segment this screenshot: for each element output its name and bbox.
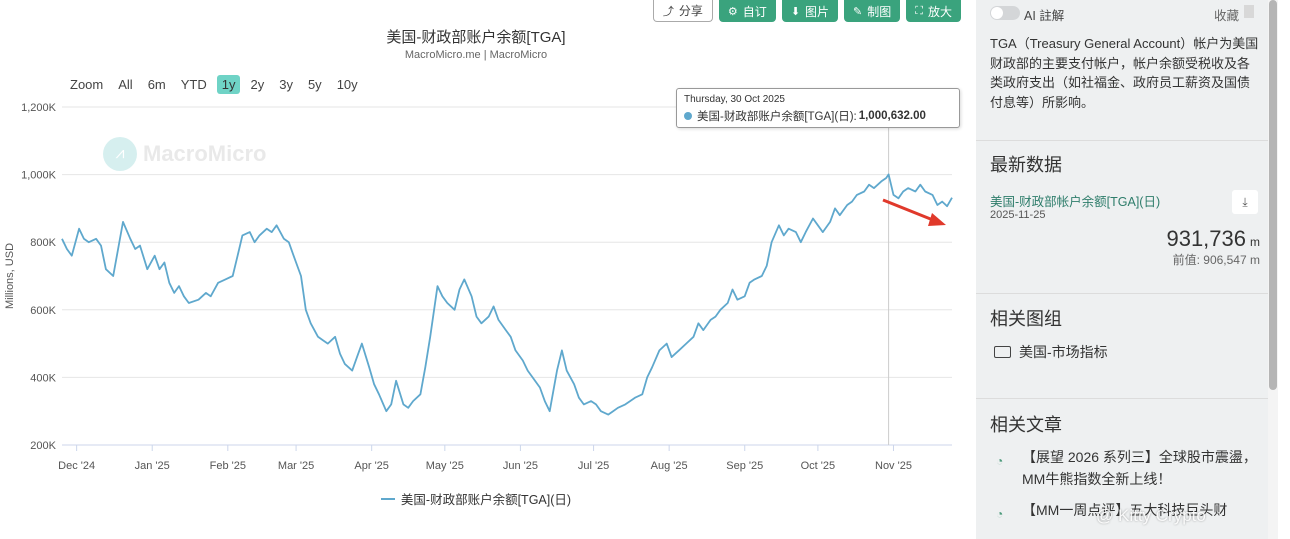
legend-swatch — [380, 497, 395, 500]
x-tick-label: Jan '25 — [135, 460, 170, 472]
legend-label: 美国-财政部账户余额[TGA](日) — [400, 493, 572, 507]
download-data-button[interactable]: ⤓ — [1232, 190, 1258, 214]
series-dot-icon — [684, 112, 692, 120]
y-tick-label: 200K — [30, 440, 56, 452]
x-tick-label: Sep '25 — [726, 460, 763, 472]
y-tick-label: 1,200K — [21, 102, 57, 114]
scrollbar-thumb[interactable] — [1269, 0, 1277, 390]
line-chart[interactable]: 200K 400K 600K 800K 1,000K 1,200K Dec '24 Jan '… — [0, 0, 975, 539]
x-tick-label: Mar '25 — [278, 460, 314, 472]
rss-icon: ◔ — [996, 507, 1004, 521]
favorite-button[interactable]: 收藏 — [1214, 5, 1239, 24]
chart-legend[interactable]: 美国-财政部账户余额[TGA](日) — [0, 489, 952, 508]
tooltip-row: 美国-财政部账户余额[TGA](日): 1,000,632.00 — [684, 108, 952, 124]
sidebar: AI 註解 收藏 TGA（Treasury General Account）帐户… — [976, 0, 1268, 539]
related-groups-title: 相关图组 — [990, 309, 1062, 329]
sidebar-header: AI 註解 收藏 — [976, 0, 1268, 26]
latest-value-unit: m — [1250, 235, 1260, 249]
y-axis-label: Millions, USD — [4, 243, 16, 309]
article-title: 【展望 2026 系列三】全球股市震盪，MM牛熊指数全新上线！ — [1022, 449, 1257, 487]
x-tick-label: Apr '25 — [354, 460, 389, 472]
y-tick-label: 800K — [30, 237, 56, 249]
latest-value: 931,736 m — [1166, 226, 1260, 252]
related-group-label: 美国-市场指标 — [1019, 344, 1108, 360]
divider — [976, 293, 1268, 294]
indicator-description: TGA（Treasury General Account）帐户为美国财政部的主要… — [990, 36, 1259, 110]
series-line — [61, 173, 953, 416]
latest-series-link[interactable]: 美国-财政部帐户余额[TGA](日) — [990, 191, 1160, 210]
folder-icon — [994, 346, 1011, 358]
annotation-arrow-head — [928, 213, 946, 226]
annotation-arrow-line — [882, 198, 939, 224]
latest-value-number: 931,736 — [1166, 226, 1246, 251]
tooltip-series-name: 美国-财政部账户余额[TGA](日): — [697, 111, 857, 123]
x-tick-label: Jun '25 — [503, 460, 538, 472]
toggle-knob — [991, 7, 1003, 19]
x-tick-label: Jul '25 — [578, 460, 609, 472]
y-tick-label: 1,000K — [21, 170, 57, 182]
divider — [976, 398, 1268, 399]
chart-panel: ⤴ 分享 ⚙ 自订 ⬇ 图片 ✎ 制图 ⛶ 放大 美国-财政部账户余额[TGA] Macr… — [0, 0, 975, 539]
x-tick-label: Aug '25 — [651, 460, 688, 472]
x-tick-label: Oct '25 — [801, 460, 836, 472]
ai-annotation-label: AI 註解 — [1024, 9, 1065, 23]
x-tick-label: Feb '25 — [210, 460, 246, 472]
x-tick-label: Nov '25 — [875, 460, 912, 472]
download-icon: ⤓ — [1242, 194, 1248, 209]
latest-data-title: 最新数据 — [990, 155, 1062, 175]
x-tick-label: May '25 — [426, 460, 464, 472]
divider — [976, 140, 1268, 141]
tooltip-value: 1,000,632.00 — [858, 110, 926, 122]
x-tick-label: Dec '24 — [58, 460, 95, 472]
ai-toggle[interactable] — [990, 6, 1020, 20]
latest-date: 2025-11-25 — [990, 209, 1046, 221]
site-watermark: @ Kitty Crypto — [1096, 506, 1206, 525]
rss-icon: ◔ — [996, 454, 1004, 468]
chart-tooltip: Thursday, 30 Oct 2025 美国-财政部账户余额[TGA](日)… — [676, 88, 960, 128]
related-group-link[interactable]: 美国-市场指标 — [994, 342, 1108, 362]
related-articles-title: 相关文章 — [990, 415, 1062, 435]
y-tick-label: 600K — [30, 305, 56, 317]
y-tick-label: 400K — [30, 372, 56, 384]
article-link[interactable]: ◔ 【展望 2026 系列三】全球股市震盪，MM牛熊指数全新上线！ — [996, 446, 1260, 490]
tooltip-date: Thursday, 30 Oct 2025 — [684, 94, 785, 105]
bookmark-icon[interactable] — [1244, 5, 1254, 18]
previous-value: 前值: 906,547 m — [1172, 253, 1260, 267]
